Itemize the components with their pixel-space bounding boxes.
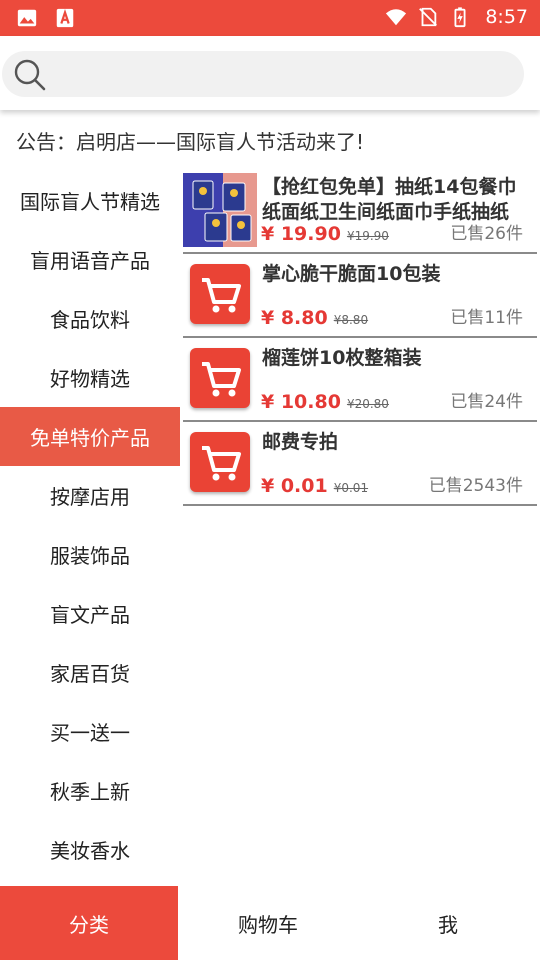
- no-sim-icon: [419, 7, 438, 27]
- cart-icon: [190, 432, 250, 492]
- sidebar-item-free-special[interactable]: 免单特价产品: [0, 407, 180, 466]
- status-time: 8:57: [485, 6, 528, 28]
- list-item[interactable]: 邮费专拍 ¥ 0.01 ¥0.01 已售2543件: [183, 422, 537, 506]
- price-value: ¥ 8.80: [261, 307, 328, 329]
- sidebar-item-food-drinks[interactable]: 食品饮料: [0, 289, 180, 348]
- bottom-navigation: 分类 购物车 我: [0, 886, 540, 960]
- sidebar-item-braille[interactable]: 盲文产品: [0, 584, 180, 643]
- price-value: ¥ 10.80: [261, 391, 341, 413]
- sidebar-item-beauty[interactable]: 美妆香水: [0, 820, 180, 879]
- product-list: 【抢红包免单】抽纸14包餐巾纸面纸卫生间纸面巾手纸抽纸 ¥ 19.90 ¥19.9…: [183, 171, 537, 506]
- sidebar-item-blind-day-selection[interactable]: 国际盲人节精选: [0, 171, 180, 230]
- original-price: ¥8.80: [333, 313, 369, 327]
- category-sidebar: 国际盲人节精选 盲用语音产品 食品饮料 好物精选 免单特价产品 按摩店用 服装饰…: [0, 171, 180, 879]
- tab-me[interactable]: 我: [358, 886, 538, 960]
- product-price: ¥ 10.80 ¥20.80: [261, 391, 389, 413]
- original-price: ¥20.80: [346, 397, 389, 411]
- product-title: 榴莲饼10枚整箱装: [262, 347, 422, 369]
- list-item[interactable]: 榴莲饼10枚整箱装 ¥ 10.80 ¥20.80 已售24件: [183, 338, 537, 422]
- sold-count: 已售11件: [450, 308, 523, 328]
- original-price: ¥19.90: [346, 229, 389, 243]
- product-price: ¥ 8.80 ¥8.80: [261, 307, 368, 329]
- sidebar-item-clothing[interactable]: 服装饰品: [0, 525, 180, 584]
- tab-category[interactable]: 分类: [0, 886, 178, 960]
- list-item[interactable]: 【抢红包免单】抽纸14包餐巾纸面纸卫生间纸面巾手纸抽纸 ¥ 19.90 ¥19.9…: [183, 171, 537, 254]
- pdf-icon: [56, 8, 74, 28]
- sold-count: 已售26件: [450, 224, 523, 244]
- sold-count: 已售24件: [450, 392, 523, 412]
- cart-icon: [190, 348, 250, 408]
- product-title: 【抢红包免单】抽纸14包餐巾纸面纸卫生间纸面巾手纸抽纸: [262, 176, 517, 223]
- product-title: 邮费专拍: [262, 431, 339, 453]
- price-value: ¥ 0.01: [261, 475, 328, 497]
- sidebar-item-autumn-new[interactable]: 秋季上新: [0, 761, 180, 820]
- tab-cart[interactable]: 购物车: [178, 886, 358, 960]
- product-title: 掌心脆干脆面10包装: [262, 263, 441, 285]
- search-icon[interactable]: [12, 57, 48, 93]
- search-input[interactable]: [2, 51, 524, 97]
- sidebar-item-home-goods[interactable]: 家居百货: [0, 643, 180, 702]
- product-price: ¥ 0.01 ¥0.01: [261, 475, 368, 497]
- battery-charging-icon: [454, 7, 466, 28]
- search-bar: [0, 36, 540, 110]
- sidebar-item-buy-one-get-one[interactable]: 买一送一: [0, 702, 180, 761]
- image-icon: [17, 9, 37, 27]
- sidebar-item-good-picks[interactable]: 好物精选: [0, 348, 180, 407]
- product-image: [183, 173, 257, 247]
- cart-icon: [190, 264, 250, 324]
- product-price: ¥ 19.90 ¥19.90: [261, 223, 389, 245]
- status-bar: 8:57: [0, 0, 540, 36]
- list-item[interactable]: 掌心脆干脆面10包装 ¥ 8.80 ¥8.80 已售11件: [183, 254, 537, 338]
- announcement-text: 公告：启明店——国际盲人节活动来了!: [16, 130, 365, 154]
- price-value: ¥ 19.90: [261, 223, 341, 245]
- sold-count: 已售2543件: [428, 476, 523, 496]
- sidebar-item-voice-products[interactable]: 盲用语音产品: [0, 230, 180, 289]
- original-price: ¥0.01: [333, 481, 369, 495]
- sidebar-item-massage[interactable]: 按摩店用: [0, 466, 180, 525]
- wifi-icon: [386, 9, 407, 26]
